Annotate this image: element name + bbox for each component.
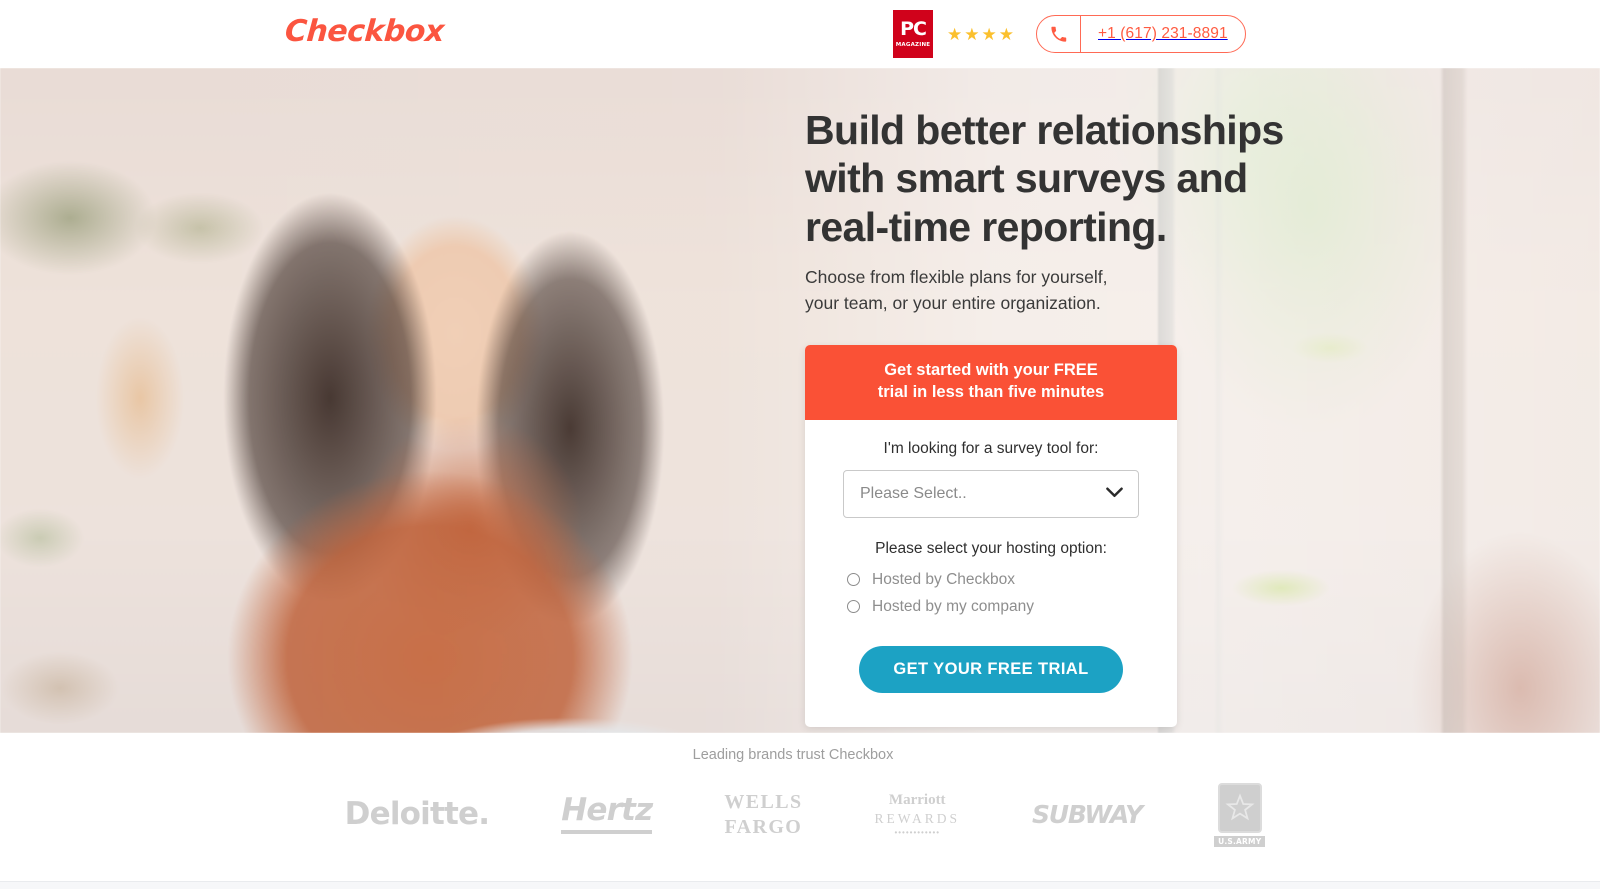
- hero-section: Build better relationships with smart su…: [0, 68, 1600, 733]
- marriott-wordmark: Marriott: [888, 791, 946, 808]
- radio-hosted-by-checkbox[interactable]: Hosted by Checkbox: [843, 571, 1139, 589]
- rating-stars: ★ ★ ★ ★: [947, 26, 1014, 43]
- pc-magazine-badge-icon: PC MAGAZINE: [893, 10, 933, 58]
- survey-tool-label: I'm looking for a survey tool for:: [883, 439, 1099, 457]
- phone-icon: [1037, 16, 1081, 52]
- rewards-wordmark: REWARDS: [874, 810, 960, 826]
- brand-logo-wells-fargo: WELLS FARGO: [724, 790, 803, 838]
- brand-logo-marriott-rewards: Marriott REWARDS ••••••••••••: [874, 791, 960, 838]
- phone-number-label: +1 (617) 231-8891: [1098, 25, 1228, 42]
- survey-tool-select[interactable]: Please Select..: [843, 469, 1139, 518]
- brands-caption: Leading brands trust Checkbox: [692, 747, 894, 763]
- radio-circle-icon[interactable]: [847, 573, 860, 587]
- site-header: Checkbox PC MAGAZINE ★ ★ ★ ★ +1 (617) 23…: [0, 0, 1600, 68]
- army-label: U.S.ARMY: [1214, 836, 1266, 847]
- brand-logo-hertz: Hertz: [561, 795, 653, 835]
- hero-text-block: Build better relationships with smart su…: [805, 106, 1365, 316]
- brand-logo-us-army: U.S.ARMY: [1214, 783, 1266, 847]
- hero-title: Build better relationships with smart su…: [805, 107, 1284, 250]
- get-free-trial-button[interactable]: GET YOUR FREE TRIAL: [859, 645, 1123, 693]
- brand-logo-row: Deloitte. Hertz WELLS FARGO Marriott REW…: [0, 783, 1600, 847]
- marriott-dots-decoration: ••••••••••••: [894, 828, 941, 837]
- card-body: I'm looking for a survey tool for: Pleas…: [805, 420, 1177, 727]
- army-star-box: [1217, 783, 1262, 833]
- star-icon: ★: [981, 24, 997, 44]
- cta-wrapper: GET YOUR FREE TRIAL: [843, 645, 1139, 693]
- star-icon: [1225, 793, 1255, 821]
- pc-badge-top-label: PC: [900, 17, 927, 40]
- checkbox-logo[interactable]: Checkbox: [284, 14, 445, 49]
- phone-cta-button[interactable]: +1 (617) 231-8891: [1036, 15, 1246, 53]
- brand-logo-subway: SUBWAY: [1032, 800, 1143, 830]
- radio-label: Hosted by Checkbox: [872, 570, 1016, 588]
- brands-section: Leading brands trust Checkbox Deloitte. …: [0, 733, 1600, 889]
- hero-subtitle: Choose from flexible plans for yourself,…: [805, 267, 1108, 313]
- page-root: Checkbox PC MAGAZINE ★ ★ ★ ★ +1 (617) 23…: [0, 0, 1600, 889]
- star-icon: ★: [947, 24, 963, 44]
- survey-tool-select-wrapper: Please Select..: [843, 469, 1139, 518]
- radio-hosted-by-my-company[interactable]: Hosted by my company: [843, 598, 1139, 616]
- page-bottom-divider: [0, 881, 1600, 889]
- star-icon: ★: [964, 24, 980, 44]
- brand-logo-deloitte: Deloitte.: [344, 796, 490, 833]
- pc-badge-bottom-label: MAGAZINE: [895, 41, 931, 48]
- radio-label: Hosted by my company: [872, 597, 1034, 615]
- trial-signup-card: Get started with your FREE trial in less…: [805, 345, 1177, 727]
- header-right-group: PC MAGAZINE ★ ★ ★ ★ +1 (617) 231-8891: [893, 10, 1246, 58]
- card-banner-heading: Get started with your FREE trial in less…: [805, 345, 1177, 420]
- star-icon: ★: [998, 24, 1014, 44]
- hosting-option-label: Please select your hosting option:: [875, 539, 1107, 557]
- radio-circle-icon[interactable]: [847, 600, 860, 614]
